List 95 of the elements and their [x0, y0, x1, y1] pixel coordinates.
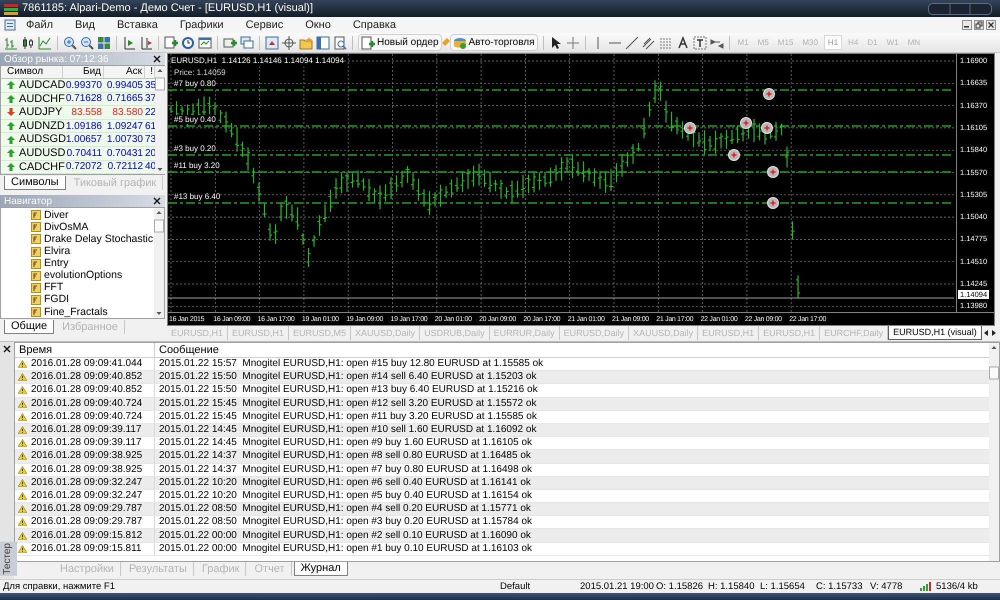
- window-title: 7861185: Alpari-Demo - Демо Счет - [EURUSD,H1 (visual)]: [22, 1, 314, 16]
- spread-cell-text: 35: [145, 78, 155, 93]
- panel-title: Навигатор: [4, 194, 52, 209]
- price-cell-text: 0.71628: [64, 92, 103, 106]
- navigator-item[interactable]: Drake Delay Stochastic: [44, 234, 154, 245]
- order-label: #11 buy 3.20: [174, 161, 220, 170]
- status-text: Для справки, нажмите F1: [2, 580, 116, 592]
- column-header[interactable]: Сообщение: [155, 343, 989, 357]
- price-cell-text: 83.558: [70, 106, 103, 120]
- table-cell: 2016.01.28 09:09:40.724: [31, 398, 142, 410]
- price-cell-text: 0.99370: [65, 78, 103, 93]
- menu-item[interactable]: Сервис: [246, 16, 284, 34]
- table-cell-text: 2015.01.22 08:50 Mnogitel EURUSD,H1: open #4 sell 0.20 EURUSD at 1.15771 ok: [158, 503, 532, 516]
- chart-header: EURUSD,H1 1.14126 1.14146 1.14094 1.14094: [171, 55, 344, 67]
- table-cell-text: 2015.01.22 00:00 Mnogitel EURUSD,H1: open #1 buy 0.10 EURUSD at 1.16103 ok: [158, 542, 534, 555]
- table-cell: 2016.01.28 09:09:40.852: [31, 384, 142, 396]
- price-cell-text: 1.00657: [66, 133, 103, 148]
- status-text: V: 4778: [870, 580, 904, 592]
- column-header[interactable]: Время: [15, 343, 155, 357]
- table-cell: 2016.01.28 09:09:32.247: [31, 490, 142, 502]
- navigator-item[interactable]: FFT: [44, 282, 64, 294]
- status-text: 5136/4 kb: [936, 580, 978, 592]
- price-cell-text: 0.99405: [106, 78, 144, 93]
- menu-item[interactable]: Графики: [180, 16, 224, 34]
- status-text: H: 1.15840: [708, 580, 756, 592]
- table-cell-text: 2015.01.22 14:37 Mnogitel EURUSD,H1: open #8 sell 0.80 EURUSD at 1.16485 ok: [158, 450, 532, 462]
- navigator-item[interactable]: Elvira: [44, 246, 70, 258]
- order-label: #13 buy 6.40: [174, 192, 220, 201]
- table-cell: 2016.01.28 09:09:40.724: [31, 410, 142, 423]
- status-text: Default: [500, 580, 532, 592]
- navigator-item[interactable]: Fine_Fractals: [44, 306, 108, 318]
- table-cell-text: 2015.01.22 15:45 Mnogitel EURUSD,H1: open #11 buy 3.20 EURUSD at 1.15585 ok: [158, 410, 538, 423]
- price-cell-text: 0.70431: [106, 146, 144, 161]
- order-label: #5 buy 0.40: [174, 115, 216, 124]
- table-cell-text: 2015.01.22 14:45 Mnogitel EURUSD,H1: open #9 buy 1.60 EURUSD at 1.16105 ok: [158, 437, 534, 450]
- price-cell-text: 0.71665: [106, 92, 144, 106]
- column-header[interactable]: Символ: [1, 66, 63, 78]
- menu-item[interactable]: Файл: [26, 16, 54, 34]
- spread-cell-text: 22: [145, 106, 155, 120]
- toolbar-button[interactable]: Авто-торговля: [450, 34, 538, 51]
- navigator-item[interactable]: FGDI: [44, 294, 70, 306]
- table-cell-text: 2015.01.22 10:20 Mnogitel EURUSD,H1: open #6 sell 0.40 EURUSD at 1.16141 ok: [158, 476, 532, 489]
- price-cell-text: 1.09186: [64, 120, 103, 134]
- navigator-item[interactable]: Diver: [44, 210, 69, 221]
- column-header[interactable]: Бид: [63, 66, 104, 78]
- menu-item[interactable]: Справка: [352, 16, 396, 34]
- table-cell-text: 2015.01.22 10:20 Mnogitel EURUSD,H1: open #5 buy 0.40 EURUSD at 1.16154 ok: [158, 490, 534, 502]
- navigator-item[interactable]: DivOsMA: [44, 222, 88, 233]
- menu-item[interactable]: Окно: [305, 16, 331, 34]
- table-cell: 2016.01.28 09:09:32.247: [31, 476, 142, 489]
- table-cell-text: 2015.01.22 14:45 Mnogitel EURUSD,H1: open #10 sell 1.60 EURUSD at 1.16092 ok: [158, 424, 538, 436]
- table-cell-text: 2015.01.22 08:50 Mnogitel EURUSD,H1: open #3 buy 0.20 EURUSD at 1.15784 ok: [158, 516, 534, 528]
- spread-cell-text: 61: [145, 120, 155, 134]
- table-cell: 2016.01.28 09:09:38.925: [31, 450, 142, 462]
- panel-title: Обзор рынка: 07:12:36: [4, 52, 109, 66]
- table-cell: 2016.01.28 09:09:15.811: [31, 542, 142, 555]
- table-cell: 2016.01.28 09:09:29.787: [31, 503, 142, 516]
- price-cell-text: 83.580: [111, 106, 144, 120]
- column-header[interactable]: Аск: [104, 66, 145, 78]
- tab[interactable]: Общие: [4, 320, 54, 334]
- price-cell-text: 0.70411: [66, 146, 103, 161]
- menu-item[interactable]: Вставка: [116, 16, 158, 34]
- table-cell-text: 2015.01.22 14:37 Mnogitel EURUSD,H1: open #7 buy 0.80 EURUSD at 1.16498 ok: [158, 464, 534, 476]
- table-cell-text: 2015.01.22 15:50 Mnogitel EURUSD,H1: open #14 sell 6.40 EURUSD at 1.15203 ok: [158, 371, 538, 384]
- chart-tab[interactable]: EURUSD,H1 (visual): [888, 326, 982, 340]
- table-cell-text: 2015.01.22 15:50 Mnogitel EURUSD,H1: open #13 buy 6.40 EURUSD at 1.15216 ok: [158, 384, 539, 396]
- table-cell: 2016.01.28 09:09:41.044: [31, 358, 142, 370]
- price-info: Price: 1.14059: [174, 68, 226, 77]
- navigator-item[interactable]: evolutionOptions: [44, 270, 122, 282]
- table-cell-text: 2015.01.22 00:00 Mnogitel EURUSD,H1: open #2 sell 0.10 EURUSD at 1.16090 ok: [158, 530, 532, 542]
- panel-title: Тестер: [0, 542, 16, 576]
- table-cell-text: 2015.01.22 15:57 Mnogitel EURUSD,H1: open #15 buy 12.80 EURUSD at 1.15585 ok: [158, 358, 544, 370]
- table-cell: 2016.01.28 09:09:39.117: [31, 437, 142, 450]
- price-cell-text: 1.09247: [106, 120, 144, 134]
- price-cell-text: 1.00730: [106, 133, 144, 148]
- price-cell-text: 0.72072: [64, 160, 103, 174]
- order-label: #3 buy 0.20: [174, 144, 216, 153]
- status-text: O: 1.15826: [656, 580, 704, 592]
- status-text: 2015.01.21 19:00: [580, 580, 655, 592]
- price-cell-text: 0.72112: [106, 160, 144, 174]
- status-text: C: 1.15733: [816, 580, 864, 592]
- table-cell: 2016.01.28 09:09:39.117: [31, 424, 142, 436]
- table-cell-text: 2015.01.22 15:45 Mnogitel EURUSD,H1: open #12 sell 3.20 EURUSD at 1.15572 ok: [158, 398, 538, 410]
- table-cell: 2016.01.28 09:09:38.925: [31, 464, 142, 476]
- table-cell: 2016.01.28 09:09:15.812: [31, 530, 142, 542]
- menu-item[interactable]: Вид: [75, 16, 95, 34]
- table-cell: 2016.01.28 09:09:29.787: [31, 516, 142, 528]
- tab[interactable]: Журнал: [294, 562, 348, 576]
- spread-cell-text: 37: [145, 92, 155, 106]
- order-label: #7 buy 0.80: [174, 79, 216, 88]
- status-text: L: 1.15654: [760, 580, 806, 592]
- tab[interactable]: Символы: [4, 176, 66, 190]
- toolbar-button[interactable]: Новый ордер: [358, 34, 442, 51]
- navigator-item[interactable]: Entry: [44, 258, 69, 270]
- table-cell: 2016.01.28 09:09:40.852: [31, 371, 142, 384]
